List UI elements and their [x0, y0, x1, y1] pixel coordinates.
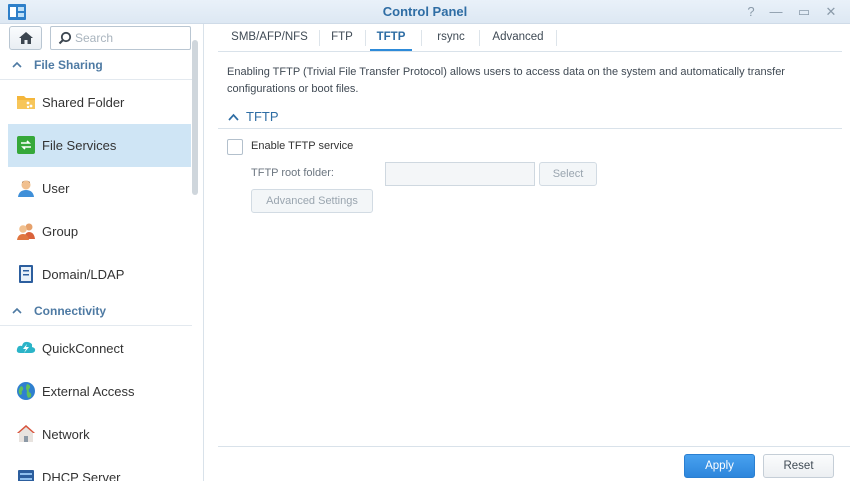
section-connectivity[interactable]: Connectivity — [0, 298, 192, 326]
tab-divider — [365, 30, 366, 46]
tftp-group-header[interactable]: TFTP — [218, 107, 842, 129]
tftp-root-folder-field[interactable] — [385, 162, 535, 186]
enable-tftp-label[interactable]: Enable TFTP service — [251, 140, 353, 152]
sidebar-item-label: Shared Folder — [42, 95, 125, 110]
sidebar-item-dhcp-server[interactable]: DHCP Server — [8, 456, 191, 481]
sidebar-item-group[interactable]: Group — [8, 210, 191, 253]
close-button[interactable]: ✕ — [821, 2, 841, 22]
tftp-root-folder-label: TFTP root folder: — [251, 167, 334, 179]
sidebar-item-domain-ldap[interactable]: Domain/LDAP — [8, 253, 191, 296]
tab-divider — [556, 30, 557, 46]
sidebar-item-label: File Services — [42, 138, 117, 153]
home-icon — [19, 32, 33, 44]
tab-label: rsync — [437, 31, 465, 43]
tab-rsync[interactable]: rsync — [425, 24, 477, 51]
apply-button[interactable]: Apply — [684, 454, 755, 478]
window-title: Control Panel — [382, 4, 468, 19]
sidebar-scrollbar[interactable] — [192, 40, 198, 195]
tab-label: TFTP — [376, 31, 406, 43]
sidebar-item-quickconnect[interactable]: QuickConnect — [8, 327, 191, 370]
shared-folder-icon — [17, 96, 35, 109]
close-icon: ✕ — [825, 4, 837, 19]
tab-divider — [479, 30, 480, 46]
sidebar-item-shared-folder[interactable]: Shared Folder — [8, 81, 191, 124]
sidebar-item-label: DHCP Server — [42, 470, 121, 481]
sidebar-item-network[interactable]: Network — [8, 413, 191, 456]
tftp-description: Enabling TFTP (Trivial File Transfer Pro… — [227, 66, 785, 95]
tab-label: FTP — [331, 31, 353, 43]
dhcp-server-icon — [18, 470, 34, 481]
chevron-up-icon — [12, 61, 22, 68]
domain-ldap-icon — [19, 265, 33, 283]
minimize-button[interactable]: — — [766, 2, 786, 22]
enable-tftp-checkbox[interactable] — [227, 139, 243, 155]
tab-ftp[interactable]: FTP — [322, 24, 362, 51]
user-icon — [18, 180, 34, 197]
maximize-button[interactable]: ▭ — [794, 2, 814, 22]
help-button[interactable]: ? — [741, 2, 761, 22]
tab-bar: SMB/AFP/NFS FTP TFTP rsync Advanced — [218, 24, 842, 52]
section-label: Connectivity — [34, 304, 107, 318]
home-button[interactable] — [9, 26, 42, 50]
section-file-sharing[interactable]: File Sharing — [0, 52, 192, 80]
maximize-icon: ▭ — [797, 4, 811, 19]
search-input[interactable] — [75, 31, 185, 45]
quickconnect-icon — [16, 341, 36, 353]
sidebar-item-label: QuickConnect — [42, 341, 124, 356]
chevron-up-icon — [228, 113, 239, 121]
advanced-settings-button[interactable]: Advanced Settings — [251, 189, 373, 213]
sidebar-item-label: Group — [42, 224, 79, 239]
reset-button[interactable]: Reset — [763, 454, 834, 478]
section-label: File Sharing — [34, 58, 103, 72]
group-title: TFTP — [246, 109, 279, 124]
title-bar: Control Panel ? — ▭ ✕ — [0, 0, 850, 24]
help-icon: ? — [747, 4, 755, 19]
file-services-icon — [17, 136, 35, 154]
sidebar-item-label: Domain/LDAP — [42, 267, 125, 282]
tab-divider — [421, 30, 422, 46]
tab-label: SMB/AFP/NFS — [231, 31, 308, 43]
sidebar-item-user[interactable]: User — [8, 167, 191, 210]
sidebar-item-label: User — [42, 181, 70, 196]
tab-smb-afp-nfs[interactable]: SMB/AFP/NFS — [222, 24, 317, 51]
sidebar: File Sharing Shared Folder File Services… — [0, 24, 204, 481]
sidebar-item-file-services[interactable]: File Services — [8, 124, 191, 167]
group-icon — [17, 223, 35, 240]
sidebar-item-external-access[interactable]: External Access — [8, 370, 191, 413]
external-access-icon — [17, 382, 35, 400]
sidebar-item-label: Network — [42, 427, 90, 442]
select-button[interactable]: Select — [539, 162, 597, 186]
tab-label: Advanced — [492, 31, 544, 43]
footer-bar — [218, 446, 850, 481]
search-box[interactable] — [50, 26, 191, 50]
network-icon — [17, 425, 35, 442]
sidebar-item-label: External Access — [42, 384, 135, 399]
chevron-up-icon — [12, 307, 22, 314]
search-icon — [58, 31, 72, 45]
minimize-icon: — — [769, 4, 783, 19]
tab-advanced[interactable]: Advanced — [483, 24, 553, 51]
tab-tftp[interactable]: TFTP — [370, 24, 412, 51]
tab-divider — [319, 30, 320, 46]
